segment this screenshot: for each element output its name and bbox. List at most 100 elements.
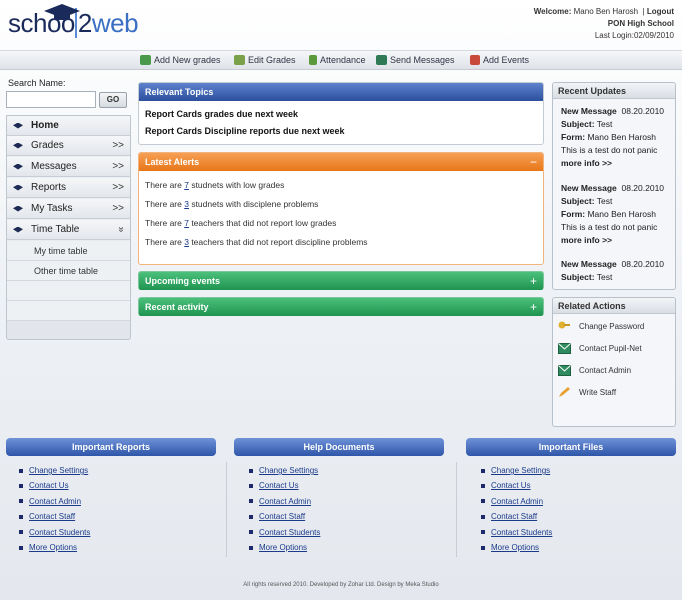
welcome-label: Welcome:	[533, 7, 572, 16]
user-name: Mano Ben Harosh	[573, 7, 639, 16]
upcoming-events-panel[interactable]: Upcoming events +	[138, 271, 544, 290]
bullet-icon	[481, 468, 485, 473]
search-label: Search Name:	[8, 78, 66, 88]
topic-item[interactable]: Report Cards Discipline reports due next…	[145, 126, 345, 136]
expand-icon[interactable]: +	[530, 272, 537, 290]
bottom-link[interactable]: More Options	[259, 543, 307, 552]
search-input[interactable]	[6, 91, 96, 108]
bullet-icon	[19, 530, 23, 535]
bottom-link[interactable]: Contact Admin	[29, 497, 81, 506]
bottom-link[interactable]: Contact Staff	[259, 512, 305, 521]
topic-item[interactable]: Report Cards grades due next week	[145, 109, 298, 119]
bottom-link-item: Contact Admin	[19, 497, 81, 506]
contact-admin-link[interactable]: Contact Admin	[558, 365, 631, 376]
bottom-link-item: Change Settings	[19, 466, 88, 475]
bottom-link-item: Contact Staff	[481, 512, 537, 521]
bottom-link[interactable]: Contact Students	[259, 528, 320, 537]
edit-grades-label: Edit Grades	[248, 55, 296, 65]
bottom-link-item: Change Settings	[481, 466, 550, 475]
bottom-link[interactable]: Change Settings	[29, 466, 88, 475]
bullet-icon	[481, 530, 485, 535]
logout-link[interactable]: Logout	[647, 7, 674, 16]
sidebar-item-reports[interactable]: Reports >>	[7, 178, 130, 198]
more-info-link[interactable]: more info >>	[561, 158, 612, 168]
sidebar-item-messages[interactable]: Messages >>	[7, 157, 130, 177]
bottom-link[interactable]: More Options	[491, 543, 539, 552]
change-password-link[interactable]: Change Password	[558, 321, 644, 332]
bullet-icon	[249, 514, 253, 519]
bottom-link[interactable]: Contact Students	[29, 528, 90, 537]
bottom-link[interactable]: More Options	[29, 543, 77, 552]
sidebar-blank-row	[7, 281, 130, 301]
expand-icon[interactable]: +	[530, 298, 537, 316]
bottom-link[interactable]: Contact Admin	[491, 497, 543, 506]
graduation-cap-icon	[13, 142, 23, 149]
expand-arrow: >>	[112, 203, 124, 214]
divider	[456, 462, 457, 557]
bullet-icon	[249, 468, 253, 473]
bottom-link-item: Contact Staff	[249, 512, 305, 521]
nav-label: My Tasks	[31, 203, 73, 214]
last-login: Last Login:02/09/2010	[594, 31, 674, 40]
mail-icon	[376, 55, 387, 65]
nav-label: Grades	[31, 140, 64, 151]
collapse-icon[interactable]: −	[530, 153, 537, 171]
expand-arrow: >>	[112, 140, 124, 151]
bottom-link-item: More Options	[19, 543, 77, 552]
add-events-label: Add Events	[483, 55, 530, 65]
bottom-link[interactable]: Contact Admin	[259, 497, 311, 506]
expand-arrow: >>	[112, 161, 124, 172]
upcoming-events-title: Upcoming events	[145, 276, 221, 286]
add-grades-icon	[140, 55, 151, 65]
bottom-link[interactable]: Contact Staff	[491, 512, 537, 521]
bottom-link[interactable]: Change Settings	[491, 466, 550, 475]
bottom-link-item: Contact Us	[249, 481, 299, 490]
more-info-link[interactable]: more info >>	[561, 235, 612, 245]
toolbar: Add New grades Edit Grades Attendance Se…	[0, 50, 682, 70]
bottom-link[interactable]: Change Settings	[259, 466, 318, 475]
edit-grades-icon	[234, 55, 245, 65]
graduation-cap-icon	[13, 163, 23, 170]
attendance-label: Attendance	[320, 55, 366, 65]
recent-activity-panel[interactable]: Recent activity +	[138, 297, 544, 316]
relevant-topics-panel: Relevant Topics Report Cards grades due …	[138, 82, 544, 145]
bottom-link-item: Contact Us	[481, 481, 531, 490]
sidebar-subitem-other-time-table[interactable]: Other time table	[7, 261, 130, 281]
add-grades-button[interactable]: Add New grades	[140, 55, 221, 65]
write-staff-link[interactable]: Write Staff	[558, 387, 616, 398]
sidebar-item-time-table[interactable]: Time Table »	[7, 220, 130, 240]
sidebar-subitem-my-time-table[interactable]: My time table	[7, 241, 130, 261]
bottom-link-item: More Options	[481, 543, 539, 552]
latest-alerts-panel: Latest Alerts − There are 7 studnets with…	[138, 152, 544, 265]
sidebar-item-home[interactable]: Home	[7, 116, 130, 136]
recent-activity-title: Recent activity	[145, 302, 209, 312]
footer: All rights reserved 2010. Developed by Z…	[243, 582, 439, 588]
important-files-title: Important Files	[466, 438, 676, 456]
bottom-link-item: More Options	[249, 543, 307, 552]
bottom-link[interactable]: Contact Us	[491, 481, 531, 490]
bottom-link[interactable]: Contact Us	[29, 481, 69, 490]
bullet-icon	[249, 530, 253, 535]
go-button[interactable]: GO	[99, 92, 127, 108]
graduation-cap-icon	[13, 184, 23, 191]
bottom-link-item: Contact Staff	[19, 512, 75, 521]
add-events-button[interactable]: Add Events	[470, 55, 529, 65]
bottom-link[interactable]: Contact Us	[259, 481, 299, 490]
sidebar-item-my-tasks[interactable]: My Tasks >>	[7, 199, 130, 219]
send-messages-button[interactable]: Send Messages	[376, 55, 455, 65]
divider	[226, 462, 227, 557]
edit-grades-button[interactable]: Edit Grades	[234, 55, 296, 65]
update-item: New Message 08.20.2010 Subject: Test For…	[561, 183, 665, 245]
mail-icon	[558, 343, 571, 354]
bottom-link[interactable]: Contact Staff	[29, 512, 75, 521]
sidebar-blank-row	[7, 301, 130, 321]
sidebar-item-grades[interactable]: Grades >>	[7, 136, 130, 156]
bottom-link[interactable]: Contact Students	[491, 528, 552, 537]
graduation-cap-icon	[13, 122, 23, 129]
alert-item: There are 3 studnets with disciplene pro…	[145, 199, 319, 209]
contact-pupil-net-link[interactable]: Contact Pupil-Net	[558, 343, 642, 354]
bottom-link-item: Contact Admin	[249, 497, 311, 506]
bullet-icon	[19, 514, 23, 519]
attendance-button[interactable]: Attendance	[309, 55, 366, 65]
latest-alerts-header[interactable]: Latest Alerts −	[139, 153, 543, 171]
